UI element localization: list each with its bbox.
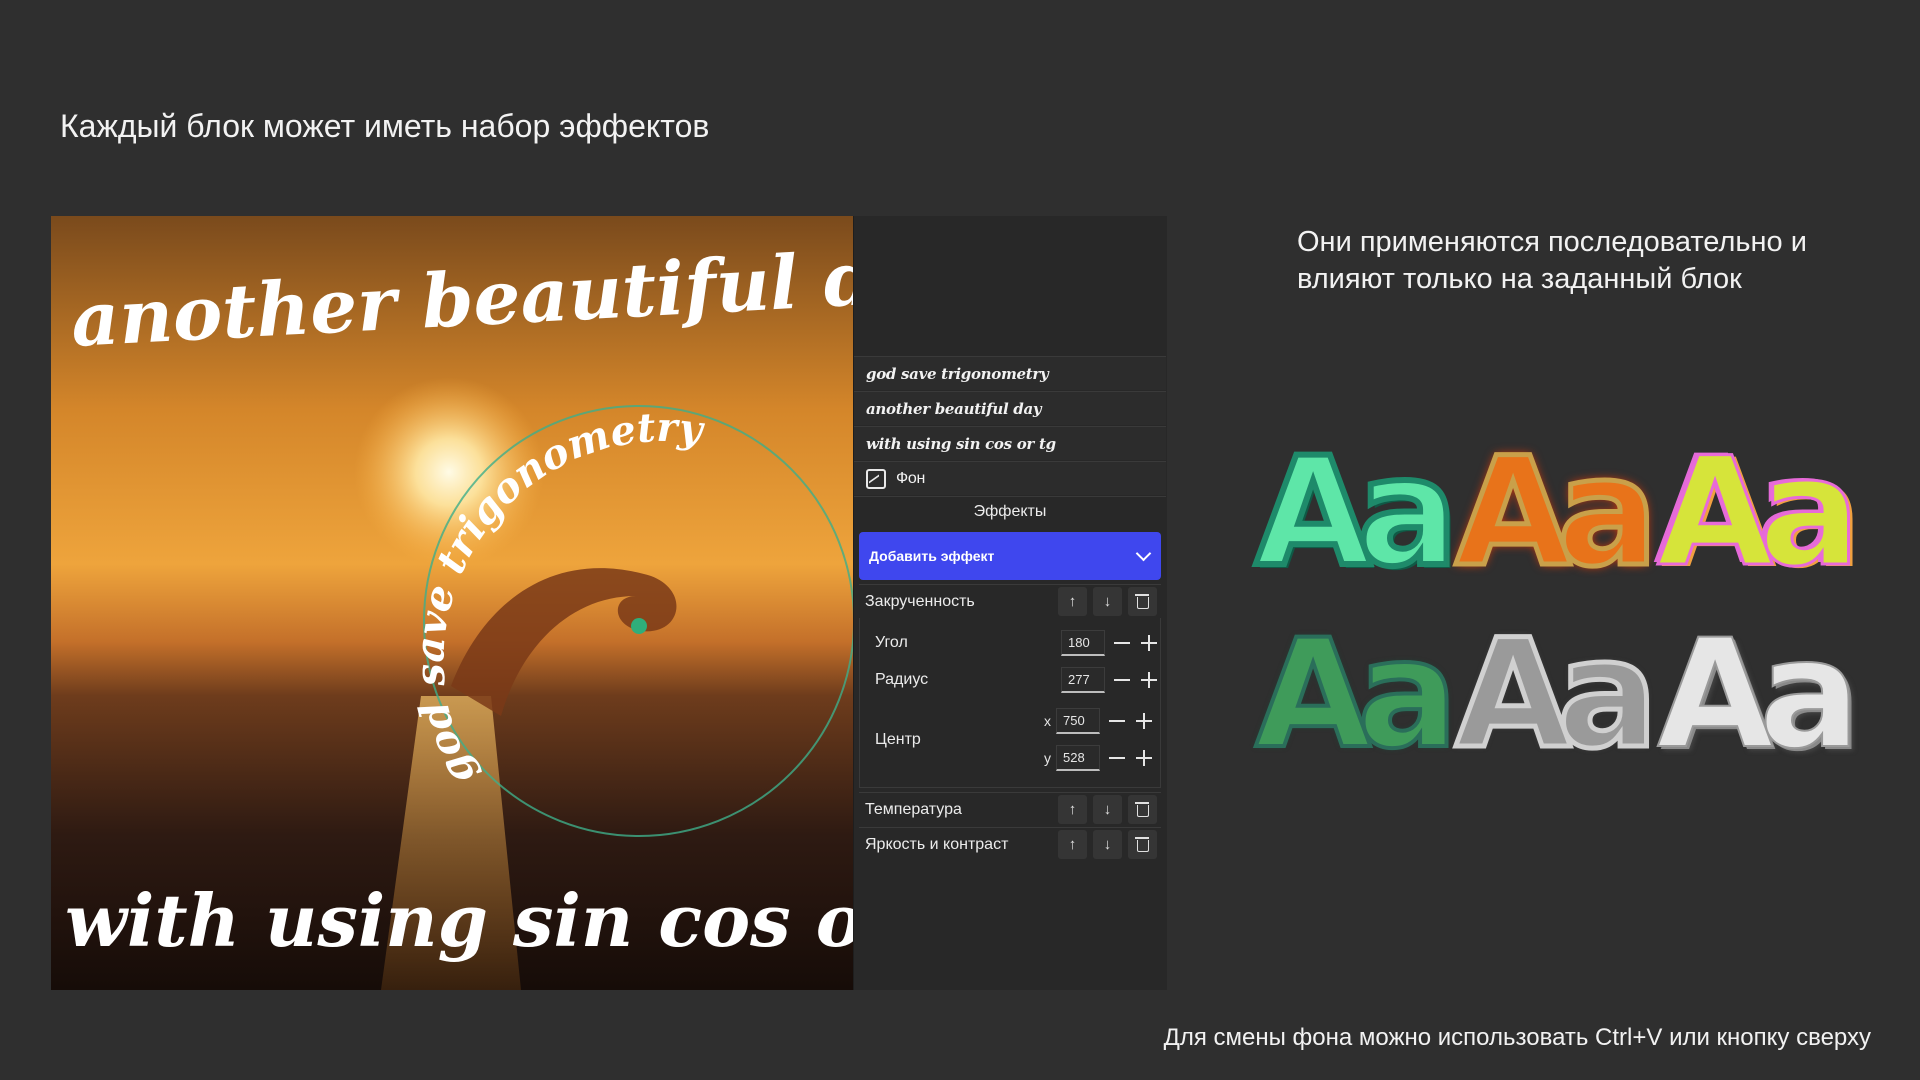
slide-title: Каждый блок может иметь набор эффектов (60, 108, 710, 144)
center-x-label: x (1044, 713, 1051, 729)
sample-fire-gold: Aa (1453, 426, 1661, 600)
effect-name: Закрученность (865, 592, 975, 610)
add-effect-label: Добавить эффект (869, 548, 995, 564)
center-y-increment-button[interactable] (1134, 748, 1154, 768)
layer-label: with using sin cos or tg (866, 434, 1056, 453)
angle-increment-button[interactable] (1139, 633, 1159, 653)
twirl-params: Угол Радиус Центр x y (859, 618, 1161, 788)
radius-input[interactable] (1061, 667, 1105, 693)
arrow-up-icon[interactable]: ↑ (1058, 587, 1087, 616)
trash-icon (1134, 802, 1149, 817)
radius-increment-button[interactable] (1139, 670, 1159, 690)
layer-label: another beautiful day (866, 399, 1042, 418)
layer-item-background[interactable]: Фон (854, 461, 1166, 495)
delete-button[interactable] (1128, 587, 1157, 616)
canvas-bottom-text[interactable]: with using sin cos or tg (65, 878, 853, 963)
chevron-down-icon (1135, 545, 1152, 562)
center-x-increment-button[interactable] (1134, 711, 1154, 731)
effect-row-brightness-contrast[interactable]: Яркость и контраст ↑ ↓ (859, 827, 1161, 861)
effect-row-temperature[interactable]: Температура ↑ ↓ (859, 792, 1161, 826)
radius-label: Радиус (875, 671, 929, 688)
center-y-input[interactable] (1056, 745, 1100, 771)
center-x-decrement-button[interactable] (1107, 711, 1127, 731)
effect-name: Температура (865, 800, 962, 818)
effect-name: Яркость и контраст (865, 835, 1009, 853)
image-icon (866, 468, 886, 489)
layer-item-god-save[interactable]: god save trigonometry (854, 356, 1166, 390)
arrow-down-icon[interactable]: ↓ (1093, 830, 1122, 859)
arrow-down-icon[interactable]: ↓ (1093, 587, 1122, 616)
radius-decrement-button[interactable] (1112, 670, 1132, 690)
sample-mint-outline: Aa (1252, 426, 1461, 600)
angle-decrement-button[interactable] (1112, 633, 1132, 653)
footer-note: Для смены фона можно использовать Ctrl+V… (1163, 1024, 1871, 1051)
layer-item-another-day[interactable]: another beautiful day (854, 391, 1166, 425)
text-style-samples: Aa Aa Aa Aa Aa Aa (1252, 425, 1862, 785)
effects-header: Эффекты (854, 496, 1166, 527)
trash-icon (1134, 837, 1149, 852)
layer-label: god save trigonometry (866, 364, 1049, 383)
add-effect-dropdown[interactable]: Добавить эффект (859, 532, 1161, 580)
layer-label: Фон (896, 469, 925, 487)
delete-button[interactable] (1128, 795, 1157, 824)
canvas-preview[interactable]: another beautiful day god save trigonome… (51, 216, 853, 990)
angle-label: Угол (875, 634, 908, 651)
twirl-center-handle (631, 618, 647, 634)
trash-icon (1134, 594, 1149, 609)
arrow-up-icon[interactable]: ↑ (1058, 830, 1087, 859)
angle-input[interactable] (1061, 630, 1105, 656)
center-x-input[interactable] (1056, 708, 1100, 734)
center-y-label: y (1044, 750, 1051, 766)
arrow-up-icon[interactable]: ↑ (1058, 795, 1087, 824)
arrow-down-icon[interactable]: ↓ (1093, 795, 1122, 824)
sample-silver-sequin: Aa (1453, 608, 1661, 782)
side-description: Они применяются последовательно и влияют… (1297, 226, 1807, 295)
sample-rainbow-twirl: Aa (1656, 426, 1862, 600)
layer-item-with-using[interactable]: with using sin cos or tg (854, 426, 1166, 460)
sample-green-texture: Aa (1253, 608, 1460, 782)
center-label: Центр (875, 731, 921, 748)
center-y-decrement-button[interactable] (1107, 748, 1127, 768)
sample-white-3d: Aa (1656, 608, 1861, 782)
delete-button[interactable] (1128, 830, 1157, 859)
effect-row-twirl[interactable]: Закрученность ↑ ↓ (859, 584, 1161, 618)
editor-panel: god save trigonometry another beautiful … (853, 216, 1167, 990)
